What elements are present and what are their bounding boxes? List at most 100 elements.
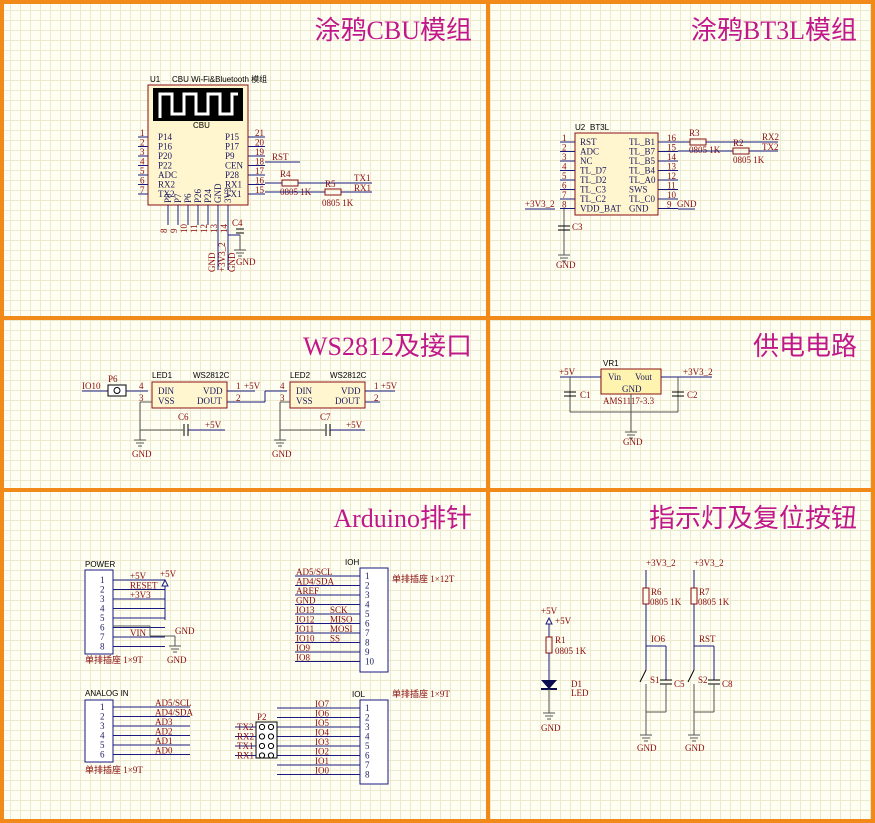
bt3l-left-pin-name: ADC <box>580 147 599 157</box>
bt3l-right-pin-num: 15 <box>667 143 677 153</box>
bt3l-left-pin-num: 4 <box>562 162 567 172</box>
arduino-gnd-2: GND <box>167 655 187 665</box>
r4-ref: R4 <box>280 169 291 179</box>
switch-s2-blade <box>687 669 695 683</box>
led2-din: DIN <box>296 386 312 396</box>
analog-pin-num: 1 <box>100 702 105 712</box>
led1-5v: +5V <box>244 381 261 391</box>
power-section: VR1 Vin Vout GND AMS1117-3.3 +5V +3V3_2 … <box>559 359 713 447</box>
vr1-part: AMS1117-3.3 <box>603 396 655 406</box>
led2-vdd: VDD <box>341 386 361 396</box>
schematic-sheet: 涂鸦CBU模组 涂鸦BT3L模组 WS2812及接口 供电电路 Arduino排… <box>0 0 875 823</box>
bt3l-left-pin-name: VDD_BAT <box>580 204 622 214</box>
resistor-r2 <box>732 147 750 155</box>
gnd-vertical-2: GND <box>227 252 237 272</box>
cbu-right-pin-name: P17 <box>225 142 240 152</box>
c7-5v: +5V <box>346 420 363 430</box>
bt3l-right-pin-name: TL_B1 <box>629 137 655 147</box>
cbu-left-pin-num: 6 <box>140 176 145 186</box>
vr1-vout: Vout <box>635 372 652 382</box>
bt3l-ref: U2 <box>575 123 586 132</box>
cbu-left-pin-name: P20 <box>158 151 173 161</box>
analog-body <box>84 699 114 763</box>
led2-pin1: 1 <box>374 381 379 391</box>
gnd-symbol-led <box>543 712 555 720</box>
gnd-symbol-s1 <box>640 734 652 742</box>
c4-ref: C4 <box>232 218 243 228</box>
power-pin-net: VIN <box>130 628 146 638</box>
r6-val: 0805 1K <box>650 597 682 607</box>
ioh-pin-num: 9 <box>365 647 370 657</box>
ioh-pin-net: IO8 <box>296 653 310 663</box>
cbu-left-pin-name: P22 <box>158 161 172 171</box>
ioh-pin-num: 8 <box>365 638 370 648</box>
ioh-pin-signal: MOSI <box>330 624 353 634</box>
led-5v: +5V <box>541 606 558 616</box>
led1-vdd: VDD <box>203 386 223 396</box>
bt3l-right-pin-name: TL_A0 <box>629 175 656 185</box>
ioh-pin-net: AD5/SCL <box>296 567 333 577</box>
led1-pin1: 1 <box>236 381 241 391</box>
ioh-pin-net: IO13 <box>296 605 315 615</box>
cbu-left-pin-num: 7 <box>140 185 145 195</box>
power-pin-num: 8 <box>100 642 105 652</box>
p2-pin-net: TX1 <box>237 741 254 751</box>
5v-arrow <box>161 578 169 587</box>
led1-din: DIN <box>158 386 174 396</box>
ioh-pin-net: AD4/SDA <box>296 577 335 587</box>
cbu-bottom-pin-name: P8 <box>163 193 173 203</box>
power-pin-num: 2 <box>100 585 105 595</box>
bt3l-gnd-net: GND <box>677 199 697 209</box>
arduino-gnd-1: GND <box>175 626 195 636</box>
ioh-pin-signal: MISO <box>330 615 353 625</box>
power-pin-net: +3V3 <box>130 590 151 600</box>
bt3l-left-pin-name: RST <box>580 137 597 147</box>
ioh-pin-num: 10 <box>365 657 375 667</box>
bt3l-right-pin-num: 14 <box>667 152 677 162</box>
led1-vss: VSS <box>158 396 175 406</box>
power-pin-num: 5 <box>100 613 105 623</box>
bt3l-left-pin-num: 8 <box>562 200 567 210</box>
resistor-r6 <box>642 587 650 605</box>
c8-ref: C8 <box>722 679 733 689</box>
net-rst: RST <box>272 152 289 162</box>
arduino-section: POWER 1 +5V2 RESET3 +3V34567 VIN8 单排插座 1×9T … <box>84 558 455 785</box>
cbu-bottom-pin-num: 10 <box>179 224 189 234</box>
iol-pin-num: 5 <box>365 741 370 751</box>
r2-val: 0805 1K <box>733 155 765 165</box>
cbu-right-pin-num: 16 <box>255 176 265 186</box>
gnd-led2: GND <box>272 449 292 459</box>
ioh-name: IOH <box>345 558 359 567</box>
cbu-right-pin-num: 17 <box>255 166 265 176</box>
iol-pin-num: 4 <box>365 732 370 742</box>
net-rx2: RX2 <box>762 132 779 142</box>
cbu-bottom-pin-name: P7 <box>173 193 183 203</box>
cbu-left-pin-name: P14 <box>158 132 173 142</box>
power-pin-num: 4 <box>100 604 105 614</box>
ioh-pin-signal: SS <box>330 634 340 644</box>
bt3l-right-pin-name: TL_B7 <box>629 147 655 157</box>
r6-ref: R6 <box>651 587 662 597</box>
bt3l-right-pin-name: GND <box>629 204 649 214</box>
power-5v: +5V <box>559 367 576 377</box>
bt3l-left-pin-num: 3 <box>562 152 567 162</box>
vr1-vin: Vin <box>608 372 621 382</box>
analog-pin-net: AD1 <box>155 736 173 746</box>
net-io6: IO6 <box>651 634 665 644</box>
bt3l-name: BT3L <box>590 123 610 132</box>
ioh-pin-num: 3 <box>365 590 370 600</box>
analog-pin-num: 6 <box>100 750 105 760</box>
cbu-desc: CBU Wi-Fi&Bluetooth 模组 <box>172 74 267 84</box>
cbu-bottom-pin-num: 8 <box>159 228 169 233</box>
resistor-r1 <box>545 636 553 654</box>
cbu-right-pin-name: CEN <box>225 161 244 171</box>
cbu-ref: U1 <box>150 75 161 84</box>
bt3l-right-pin-num: 10 <box>667 190 677 200</box>
analog-pin-num: 5 <box>100 740 105 750</box>
c1-ref: C1 <box>580 390 591 400</box>
led1-dout: DOUT <box>197 396 222 406</box>
cbu-module: U1 CBU Wi-Fi&Bluetooth 模组 CBU 1 P14 2 P16 3 P… <box>138 74 372 272</box>
ioh-pin-net: IO12 <box>296 615 315 625</box>
resistor-r7 <box>690 587 698 605</box>
analog-pin-num: 2 <box>100 712 105 722</box>
